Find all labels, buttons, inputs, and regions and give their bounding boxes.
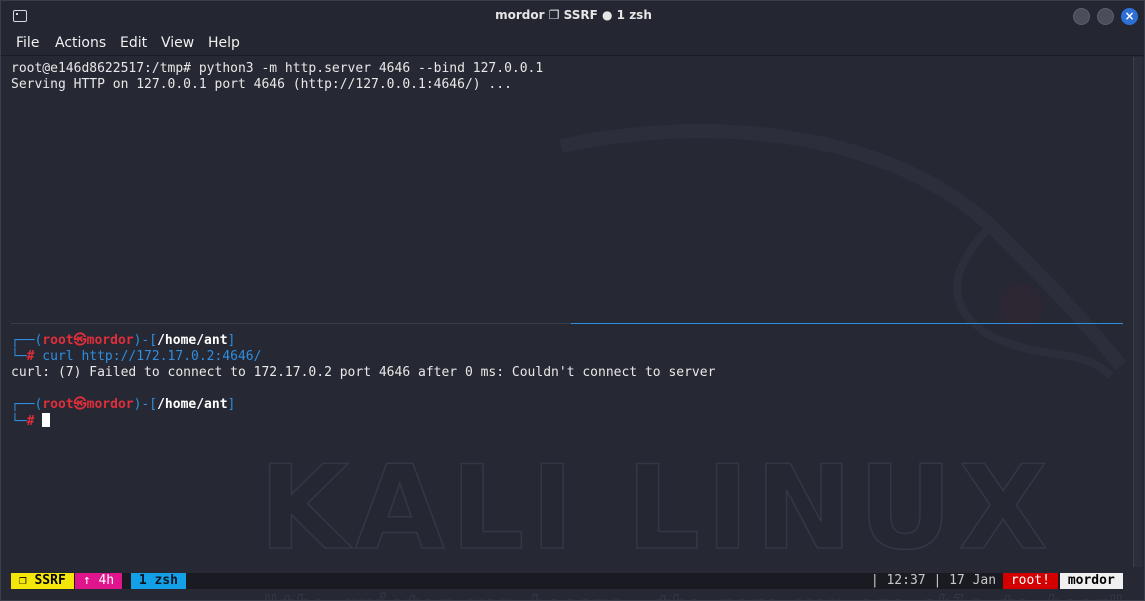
- pane-divider-active[interactable]: [571, 323, 1123, 324]
- prompt-bracket-close-2: ]: [227, 397, 236, 412]
- menu-help[interactable]: Help: [208, 35, 240, 51]
- prompt-corner: └─: [11, 349, 27, 364]
- menu-edit[interactable]: Edit: [120, 35, 147, 51]
- pane-divider[interactable]: [11, 323, 571, 324]
- prompt-cwd-2: /home/ant: [157, 397, 228, 412]
- prompt-header-2: ┌──(root㉿mordor)-[/home/ant]: [11, 397, 235, 413]
- status-uptime: ↑ 4h: [75, 573, 122, 589]
- scrollbar[interactable]: [1133, 57, 1142, 567]
- command-text: curl http://172.17.0.2:4646/: [34, 349, 262, 364]
- menu-bar: File Actions Edit View Help: [1, 31, 1144, 56]
- status-window-tab[interactable]: 1 zsh: [131, 573, 186, 589]
- terminal-area[interactable]: KALI LINUX "the quieter you become, the …: [1, 56, 1144, 601]
- close-button[interactable]: ×: [1121, 8, 1138, 25]
- minimize-button[interactable]: [1073, 8, 1090, 25]
- prompt-corner-2: └─: [11, 414, 27, 429]
- status-host: mordor: [1060, 573, 1123, 589]
- close-icon: ×: [1124, 9, 1135, 23]
- pane-top-output: Serving HTTP on 127.0.0.1 port 4646 (htt…: [11, 77, 512, 92]
- pane-top-command: root@e146d8622517:/tmp# python3 -m http.…: [11, 61, 544, 76]
- status-user: root!: [1003, 573, 1058, 589]
- text-cursor: [42, 413, 51, 427]
- prompt-open: ┌──(: [11, 333, 43, 348]
- prompt-command-line: └─# curl http://172.17.0.2:4646/: [11, 349, 261, 365]
- menu-file[interactable]: File: [16, 35, 39, 51]
- title-bar[interactable]: mordor ❐ SSRF ● 1 zsh ×: [1, 1, 1144, 31]
- prompt-hash-2: #: [26, 414, 35, 429]
- tmux-status-bar: ❐ SSRF ↑ 4h 1 zsh | 12:37 | 17 Jan root!…: [11, 573, 1123, 589]
- status-datetime: | 12:37 | 17 Jan: [863, 573, 1004, 588]
- prompt-host: mordor: [86, 333, 134, 348]
- prompt-user-2: root: [42, 397, 74, 412]
- menu-view[interactable]: View: [161, 35, 194, 51]
- kali-linux-watermark: KALI LINUX: [258, 440, 1054, 577]
- kali-dragon-watermark: [559, 124, 1127, 379]
- window-title: mordor ❐ SSRF ● 1 zsh: [495, 8, 652, 22]
- status-session[interactable]: ❐ SSRF: [11, 573, 74, 589]
- prompt-host-2: mordor: [86, 397, 134, 412]
- terminal-window: mordor ❐ SSRF ● 1 zsh × File Actions Edi…: [0, 0, 1145, 601]
- maximize-button[interactable]: [1097, 8, 1114, 25]
- prompt-bracket-2: )-[: [133, 397, 158, 412]
- prompt-at: ㉿: [73, 333, 87, 348]
- menu-actions[interactable]: Actions: [55, 35, 106, 51]
- prompt-open-2: ┌──(: [11, 397, 43, 412]
- prompt-header: ┌──(root㉿mordor)-[/home/ant]: [11, 333, 235, 349]
- prompt-bracket-close: ]: [227, 333, 236, 348]
- prompt-user: root: [42, 333, 74, 348]
- curl-output: curl: (7) Failed to connect to 172.17.0.…: [11, 365, 716, 380]
- prompt-cwd: /home/ant: [157, 333, 228, 348]
- prompt-at-2: ㉿: [73, 397, 87, 412]
- prompt-bracket: )-[: [133, 333, 158, 348]
- kali-quote-watermark: "the quieter you become, the more you ar…: [263, 591, 1125, 601]
- prompt-input-line[interactable]: └─#: [11, 413, 51, 430]
